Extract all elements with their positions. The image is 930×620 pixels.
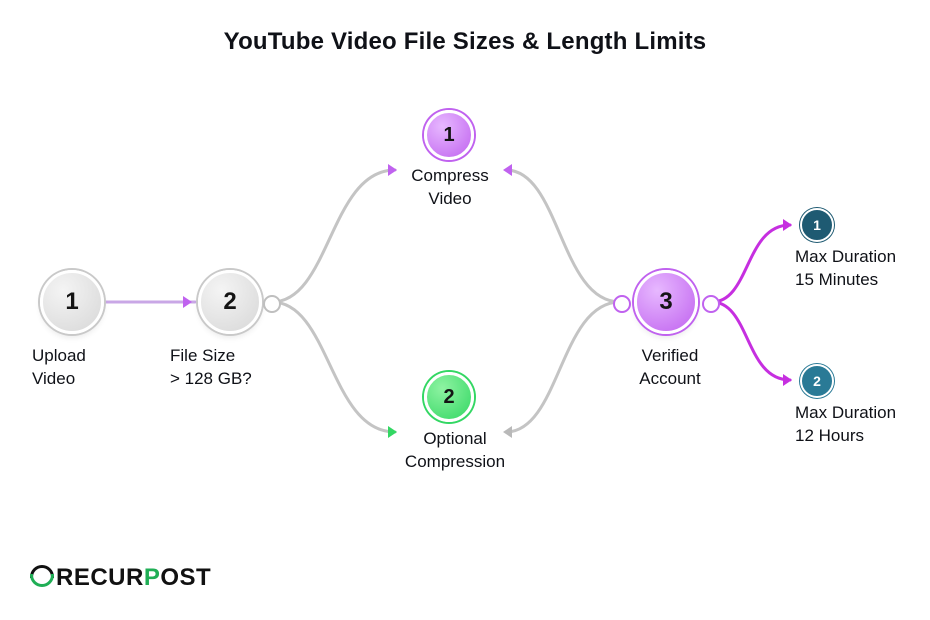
node-verified-num: 3 [659,288,672,316]
arrow-to-dur12 [783,374,792,386]
logo-part2: P [144,564,161,591]
logo-part1: RECUR [56,564,144,591]
node-optional-label: OptionalCompression [390,428,520,474]
node-compress-num: 1 [443,124,454,147]
port-filesize-out [263,295,281,313]
node-filesize-num: 2 [223,288,236,316]
node-verified-label: VerifiedAccount [620,345,720,391]
node-upload-num: 1 [65,288,78,316]
port-verified-in [613,295,631,313]
arrow-from-compress [503,164,512,176]
recycle-icon [30,565,52,587]
node-compress-circle: 1 [424,110,474,160]
arrow-from-optional [503,426,512,438]
node-filesize-label: File Size> 128 GB? [170,345,290,391]
node-upload-circle: 1 [40,270,104,334]
arrow-to-filesize [183,296,192,308]
node-compress-label: CompressVideo [400,165,500,211]
node-dur12-circle: 2 [800,364,834,398]
port-verified-out [702,295,720,313]
logo-part3: OST [160,564,211,591]
diagram-title: YouTube Video File Sizes & Length Limits [0,28,930,56]
node-optional-num: 2 [443,386,454,409]
node-dur12-label: Max Duration12 Hours [795,402,925,448]
arrow-to-compress [388,164,397,176]
arrow-to-dur15 [783,219,792,231]
node-verified-circle: 3 [634,270,698,334]
node-filesize-circle: 2 [198,270,262,334]
node-dur15-label: Max Duration15 Minutes [795,246,925,292]
node-upload-label: UploadVideo [32,345,132,391]
brand-logo: RECURPOST [30,563,211,592]
node-optional-circle: 2 [424,372,474,422]
node-dur12-num: 2 [813,373,821,389]
connector-layer [0,0,930,620]
node-dur15-num: 1 [813,217,821,233]
node-dur15-circle: 1 [800,208,834,242]
